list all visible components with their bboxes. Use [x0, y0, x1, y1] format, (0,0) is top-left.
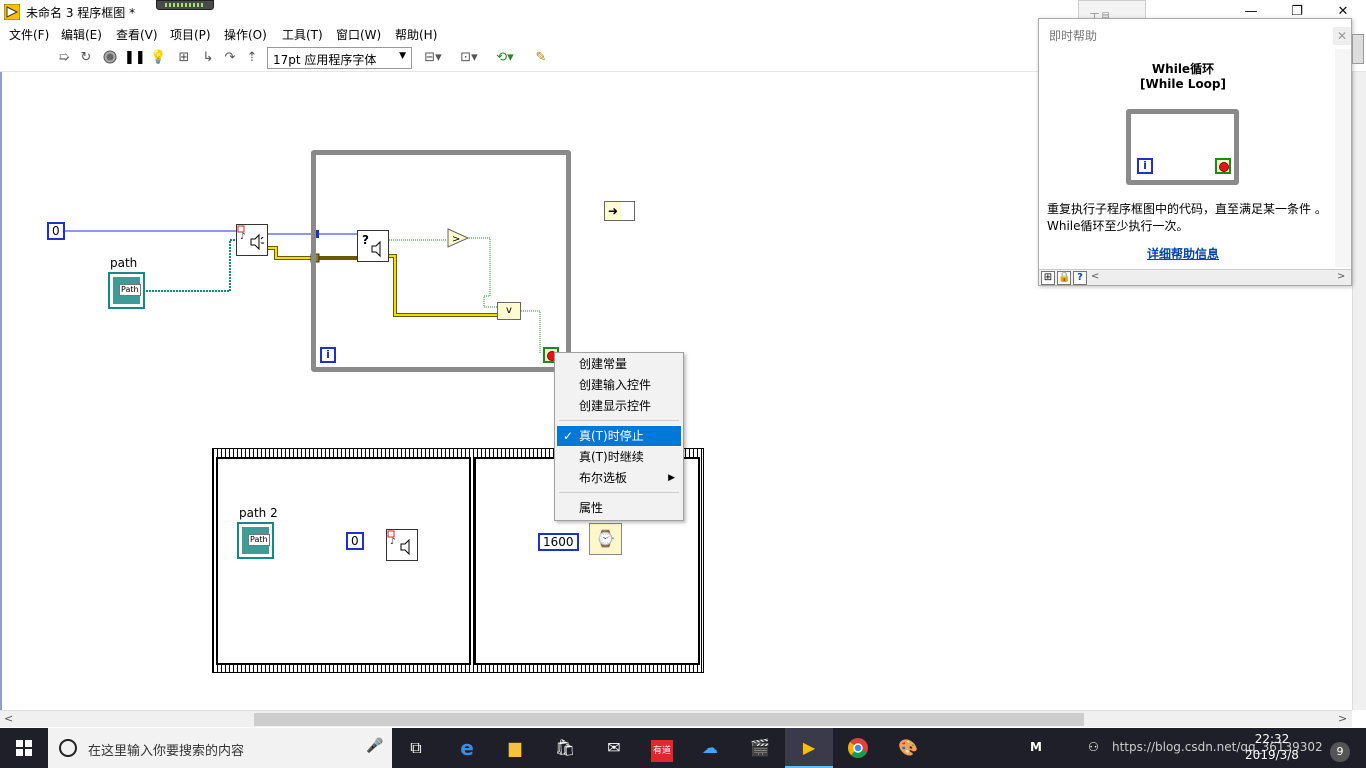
menu-continue-if-true[interactable]: 真(T)时继续 [557, 447, 681, 467]
store-icon[interactable]: 🛍 [541, 728, 589, 768]
scrollbar-thumb[interactable] [254, 713, 1084, 726]
scroll-left-icon[interactable]: < [1091, 271, 1099, 282]
side-panel-tab[interactable] [1352, 34, 1364, 64]
while-loop[interactable] [311, 150, 571, 372]
select-label: v [506, 305, 512, 316]
svg-text:?: ? [362, 233, 369, 247]
sequence-frame-1[interactable] [216, 457, 471, 665]
labview-window: 未命名 3 程序框图 * 工具 — ❐ ✕ 文件(F) 编辑(E) 查看(V) … [0, 0, 1366, 768]
menu-properties[interactable]: 属性 [557, 498, 681, 518]
clock-time: 22:32 [1254, 732, 1290, 746]
iteration-terminal[interactable]: i [320, 347, 336, 363]
help-heading-cn: While循环 [1151, 62, 1215, 76]
people-icon[interactable]: ⚇ [1088, 740, 1099, 754]
menu-stop-if-true-label: 真(T)时停止 [579, 429, 644, 443]
task-view-icon[interactable]: ⧉ [392, 728, 440, 768]
path-wire[interactable] [146, 239, 237, 292]
wait-ms-constant[interactable]: 1600 [538, 533, 579, 551]
question-speaker-icon: ? [362, 233, 381, 258]
help-bottom-bar: ⊞ 🔒 ? < > [1039, 269, 1351, 285]
scroll-left-arrow-icon[interactable]: < [4, 712, 13, 725]
mail-icon[interactable]: ✉ [590, 728, 638, 768]
menu-separator [559, 420, 679, 421]
path-control[interactable]: Path [108, 272, 145, 309]
menu-create-indicator[interactable]: 创建显示控件 [557, 396, 681, 416]
numeric-constant[interactable]: 0 [47, 222, 65, 240]
help-heading-en: [While Loop] [1139, 77, 1226, 91]
path2-control[interactable]: Path [237, 522, 274, 559]
context-help-window: 即时帮助 ✕ While循环 [While Loop] i 重复执行子程序框图中… [1038, 18, 1352, 286]
menu-stop-if-true[interactable]: ✓ 真(T)时停止 [557, 426, 681, 446]
submenu-arrow-icon: ▶ [668, 473, 675, 483]
help-stop-icon [1215, 158, 1231, 174]
notification-badge[interactable]: 9 [1330, 742, 1350, 762]
sound-status-vi[interactable]: ? [357, 230, 389, 262]
path-label: path [110, 256, 138, 270]
greater-than-node[interactable]: > [447, 228, 469, 248]
while-loop-diagram: i [1126, 109, 1239, 185]
help-close-icon[interactable]: ✕ [1333, 27, 1351, 45]
path2-control-text: Path [248, 534, 270, 546]
feedback-node[interactable]: ➜ [604, 201, 635, 221]
seq-numeric-constant[interactable]: 0 [346, 532, 364, 550]
taskbar: 在这里输入你要搜索的内容 🎤 ⧉ e ▆ 🛍 ✉ 有道 ☁ 🎬 ▶ 🎨 M ⚇ … [0, 728, 1366, 768]
search-placeholder: 在这里输入你要搜索的内容 [88, 744, 245, 759]
baidu-netdisk-icon[interactable]: ☁ [686, 728, 734, 768]
right-arrow-icon: ➜ [605, 202, 621, 220]
ime-icon[interactable]: M [1030, 740, 1042, 754]
paint-icon[interactable]: 🎨 [884, 728, 932, 768]
taskbar-search[interactable]: 在这里输入你要搜索的内容 🎤 [48, 728, 392, 768]
menu-separator [559, 492, 679, 493]
simple-help-icon[interactable]: ⊞ [1041, 271, 1055, 285]
video-editor-icon[interactable]: 🎬 [736, 728, 784, 768]
file-explorer-icon[interactable]: ▆ [491, 728, 539, 768]
help-title: 即时帮助 [1049, 29, 1098, 43]
lock-help-icon[interactable]: 🔒 [1057, 271, 1071, 285]
menu-boolean-palette-label: 布尔选板 [579, 471, 628, 485]
scroll-right-icon[interactable]: > [1337, 271, 1345, 282]
svg-text:>: > [452, 234, 460, 245]
speaker-icon: ♪ [387, 530, 410, 556]
detailed-help-link[interactable]: 详细帮助信息 [1039, 245, 1327, 262]
menu-create-control[interactable]: 创建输入控件 [557, 375, 681, 395]
help-vertical-scrollbar[interactable] [1335, 49, 1351, 267]
speaker-icon: ♪ [237, 225, 264, 251]
sound-output-vi-2[interactable]: ♪ [386, 529, 418, 561]
path2-label: path 2 [239, 506, 278, 520]
help-description: 重复执行子程序框图中的代码，直至满足某一条件 。 While循环至少执行一次。 [1047, 202, 1327, 233]
chrome-icon[interactable] [834, 728, 882, 768]
select-node[interactable]: v [497, 302, 521, 320]
horizontal-scrollbar[interactable]: < > [0, 710, 1352, 727]
clock-date: 2019/3/8 [1245, 748, 1299, 762]
menu-boolean-palette[interactable]: 布尔选板 ▶ [557, 468, 681, 488]
check-icon: ✓ [563, 429, 574, 443]
svg-text:♪: ♪ [240, 232, 246, 242]
youdao-icon[interactable]: 有道 [638, 728, 686, 768]
context-menu: 创建常量 创建输入控件 创建显示控件 ✓ 真(T)时停止 真(T)时继续 布尔选… [554, 352, 684, 521]
microphone-icon[interactable]: 🎤 [366, 738, 383, 754]
edge-icon[interactable]: e [443, 728, 491, 768]
path-control-text: Path [119, 284, 141, 296]
menu-create-constant[interactable]: 创建常量 [557, 354, 681, 374]
question-icon[interactable]: ? [1073, 271, 1087, 285]
svg-text:♪: ♪ [390, 537, 396, 547]
help-iteration-icon: i [1137, 158, 1153, 174]
cortana-icon [59, 739, 77, 757]
scroll-right-arrow-icon[interactable]: > [1338, 712, 1347, 725]
sound-output-vi[interactable]: ♪ [236, 224, 268, 256]
windows-start-icon[interactable] [0, 728, 48, 768]
system-clock[interactable]: 22:32 2019/3/8 [1232, 731, 1312, 763]
labview-taskbar-icon[interactable]: ▶ [785, 728, 833, 768]
wait-ms-icon[interactable]: ⌚ [589, 523, 622, 555]
